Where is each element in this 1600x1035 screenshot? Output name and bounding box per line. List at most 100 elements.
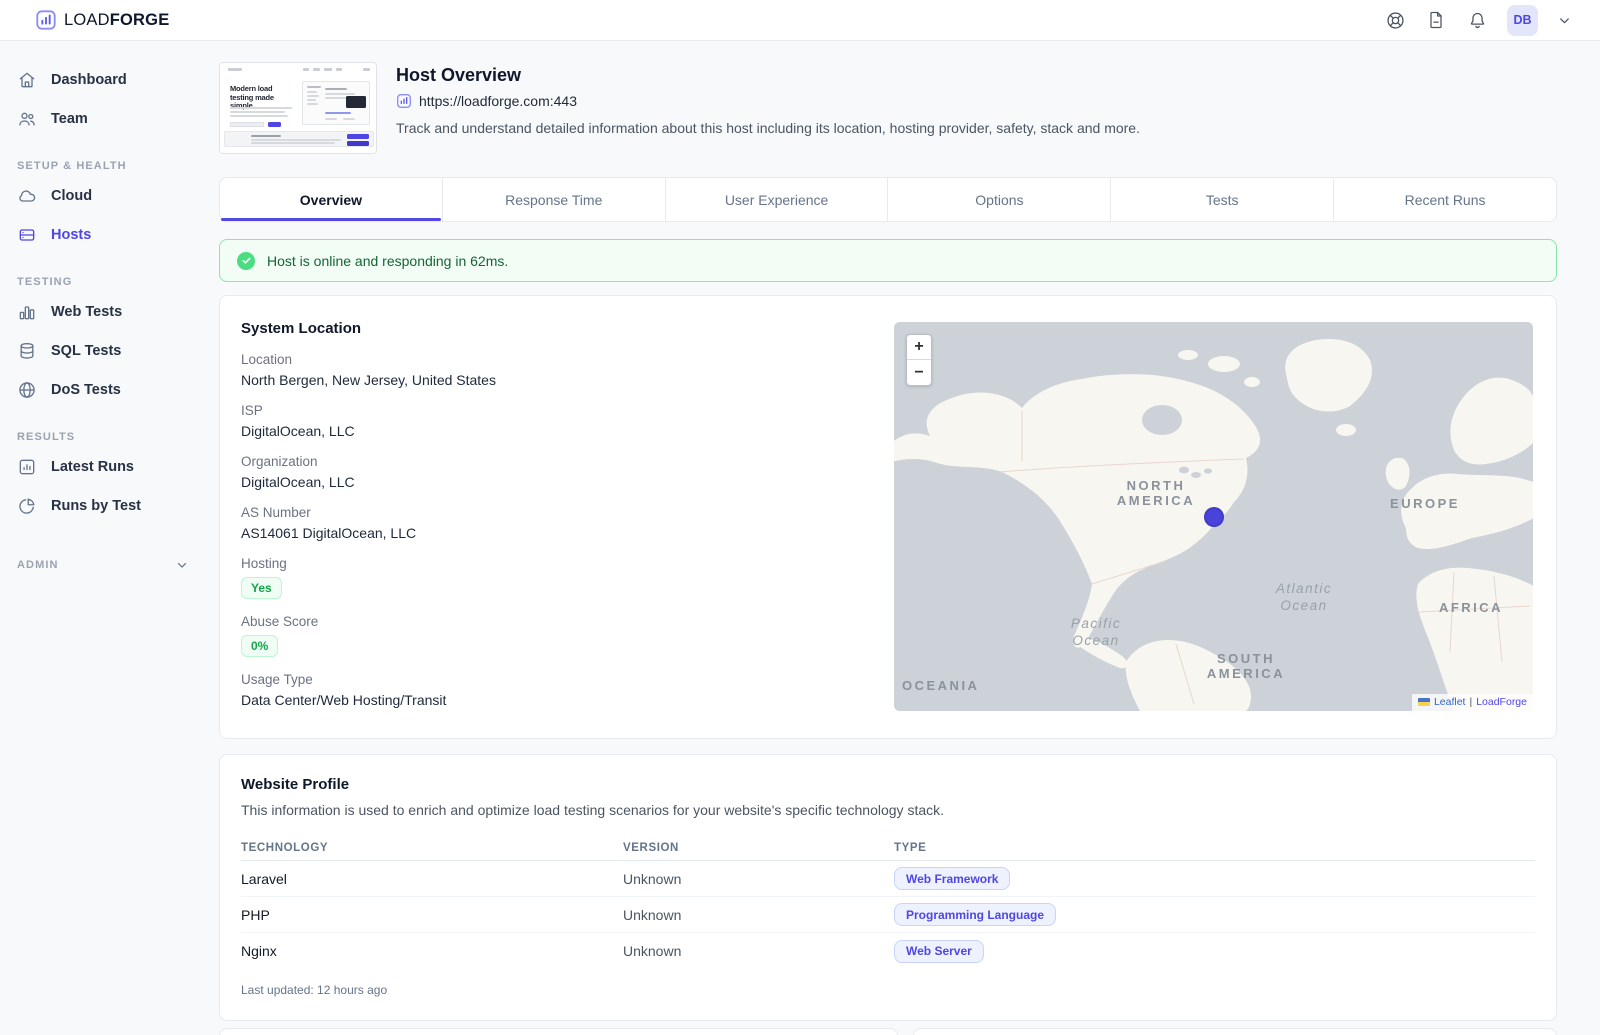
host-status-message: Host is online and responding in 62ms. (267, 253, 508, 269)
brand-name: LOADFORGE (64, 11, 169, 30)
host-tabs: Overview Response Time User Experience O… (219, 177, 1557, 222)
sidebar-section-title: SETUP & HEALTH (17, 160, 127, 172)
website-profile-card: Website Profile This information is used… (219, 754, 1557, 1021)
tab-tests[interactable]: Tests (1111, 177, 1334, 222)
location-map[interactable]: NORTHAMERICA EUROPE AFRICA SOUTHAMERICA … (894, 322, 1533, 711)
globe-icon (17, 380, 37, 400)
sidebar-item-label: Team (51, 111, 88, 127)
topbar-actions: DB (1384, 5, 1572, 36)
system-location-card: System Location Location North Bergen, N… (219, 295, 1557, 739)
brand-logo[interactable]: LOADFORGE (35, 9, 169, 31)
type-badge: Web Server (894, 940, 984, 963)
map-label-africa: AFRICA (1439, 600, 1503, 615)
chevron-down-icon (175, 558, 189, 572)
map-label-north-america: NORTHAMERICA (1117, 478, 1195, 508)
main-content: Modern load testing made simple. (219, 41, 1557, 1021)
sidebar-item-label: DoS Tests (51, 382, 121, 398)
site-screenshot-thumbnail: Modern load testing made simple. (219, 62, 377, 154)
sidebar-section-title: ADMIN (17, 559, 59, 571)
docs-icon[interactable] (1425, 9, 1447, 31)
sidebar-section-title: RESULTS (17, 431, 75, 443)
table-header-row: TECHNOLOGY VERSION TYPE (241, 835, 1535, 861)
sidebar-item-hosts[interactable]: Hosts (0, 215, 219, 254)
sidebar-item-dos-tests[interactable]: DoS Tests (0, 370, 219, 409)
sidebar-item-label: Hosts (51, 227, 91, 243)
website-profile-description: This information is used to enrich and o… (241, 802, 1535, 818)
cloud-icon (17, 186, 37, 206)
map-label-oceania: OCEANIA (902, 678, 979, 693)
topbar: LOADFORGE DB (0, 0, 1600, 41)
bar-chart-icon (17, 302, 37, 322)
tab-user-experience[interactable]: User Experience (666, 177, 889, 222)
sidebar-section-results: RESULTS (0, 427, 219, 447)
next-card-right (913, 1028, 1557, 1035)
table-row: Laravel Unknown Web Framework (241, 861, 1535, 897)
sidebar-item-label: Web Tests (51, 304, 122, 320)
table-row: Nginx Unknown Web Server (241, 933, 1535, 969)
host-url-link[interactable]: https://loadforge.com:443 (396, 93, 1140, 109)
sidebar: Dashboard Team SETUP & HEALTH Cloud Host… (0, 41, 219, 575)
sidebar-item-runs-by-test[interactable]: Runs by Test (0, 486, 219, 525)
column-technology: TECHNOLOGY (241, 842, 623, 854)
host-url-text: https://loadforge.com:443 (419, 93, 577, 109)
chart-square-icon (17, 457, 37, 477)
table-row: PHP Unknown Programming Language (241, 897, 1535, 933)
sidebar-item-team[interactable]: Team (0, 99, 219, 138)
last-updated-text: Last updated: 12 hours ago (241, 983, 1535, 997)
hosting-badge: Yes (241, 577, 282, 599)
map-zoom-control: + − (906, 334, 932, 386)
pie-chart-icon (17, 496, 37, 516)
loadforge-attribution-link[interactable]: LoadForge (1476, 696, 1527, 708)
user-avatar[interactable]: DB (1507, 5, 1538, 36)
tab-recent-runs[interactable]: Recent Runs (1334, 177, 1557, 222)
host-header: Modern load testing made simple. (219, 62, 1557, 154)
column-version: VERSION (623, 842, 894, 854)
sidebar-item-label: Cloud (51, 188, 92, 204)
help-lifebuoy-icon[interactable] (1384, 9, 1406, 31)
sidebar-item-label: SQL Tests (51, 343, 121, 359)
sidebar-item-cloud[interactable]: Cloud (0, 176, 219, 215)
next-card-left (219, 1028, 898, 1035)
host-status-banner: Host is online and responding in 62ms. (219, 239, 1557, 282)
zoom-out-button[interactable]: − (907, 360, 931, 385)
technology-table: TECHNOLOGY VERSION TYPE Laravel Unknown … (241, 835, 1535, 969)
page: LOADFORGE DB Dashboard Team (0, 0, 1600, 1035)
sidebar-section-admin[interactable]: ADMIN (0, 555, 219, 575)
user-menu-chevron-icon[interactable] (1557, 13, 1572, 28)
loadforge-logo-icon (35, 9, 57, 31)
sidebar-item-latest-runs[interactable]: Latest Runs (0, 447, 219, 486)
users-icon (17, 109, 37, 129)
database-icon (17, 341, 37, 361)
host-location-marker[interactable] (1204, 507, 1224, 527)
abuse-score-badge: 0% (241, 635, 278, 657)
sidebar-item-label: Runs by Test (51, 498, 141, 514)
tab-options[interactable]: Options (888, 177, 1111, 222)
type-badge: Web Framework (894, 867, 1010, 890)
map-label-europe: EUROPE (1390, 496, 1460, 511)
tab-response-time[interactable]: Response Time (443, 177, 666, 222)
server-icon (17, 225, 37, 245)
notifications-bell-icon[interactable] (1466, 9, 1488, 31)
map-label-pacific-ocean: PacificOcean (1071, 615, 1121, 649)
success-check-icon (237, 252, 255, 270)
tab-overview[interactable]: Overview (219, 177, 443, 222)
leaflet-link[interactable]: Leaflet (1434, 696, 1466, 708)
sidebar-item-label: Dashboard (51, 72, 127, 88)
ukraine-flag-icon (1418, 698, 1430, 706)
host-favicon-icon (396, 93, 412, 109)
map-attribution: Leaflet | LoadForge (1412, 694, 1533, 711)
sidebar-section-setup-health: SETUP & HEALTH (0, 156, 219, 176)
sidebar-item-label: Latest Runs (51, 459, 134, 475)
map-label-south-america: SOUTHAMERICA (1207, 651, 1285, 681)
column-type: TYPE (894, 842, 1535, 854)
page-title: Host Overview (396, 65, 1140, 86)
sidebar-item-dashboard[interactable]: Dashboard (0, 60, 219, 99)
zoom-in-button[interactable]: + (907, 335, 931, 360)
sidebar-section-title: TESTING (17, 276, 72, 288)
sidebar-item-web-tests[interactable]: Web Tests (0, 292, 219, 331)
map-label-atlantic-ocean: AtlanticOcean (1276, 580, 1332, 614)
sidebar-item-sql-tests[interactable]: SQL Tests (0, 331, 219, 370)
sidebar-section-testing: TESTING (0, 272, 219, 292)
home-icon (17, 70, 37, 90)
page-description: Track and understand detailed informatio… (396, 120, 1140, 136)
